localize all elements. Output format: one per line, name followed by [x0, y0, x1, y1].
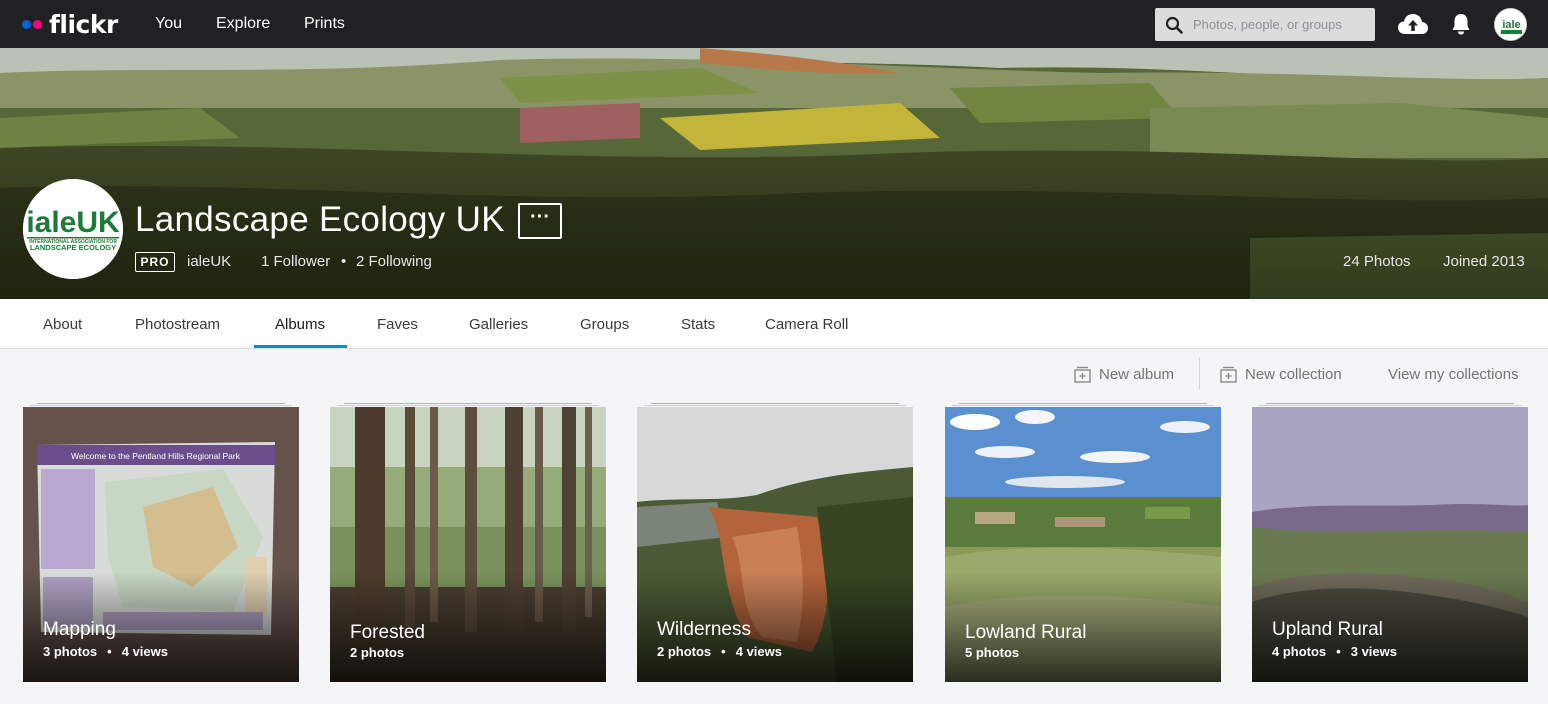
action-divider	[1199, 358, 1200, 390]
album-stack-edge	[37, 403, 285, 404]
album-photo-count: 5 photos	[965, 645, 1020, 660]
album-card-upland-rural[interactable]: Upland Rural 4 photos • 3 views	[1252, 407, 1528, 682]
album-card-forested[interactable]: Forested 2 photos	[330, 407, 606, 682]
album-stack-edge	[959, 403, 1207, 404]
album-title: Mapping	[43, 619, 116, 640]
album-stack-edge	[1266, 403, 1514, 404]
add-album-icon	[1074, 366, 1091, 383]
album-stack-edge	[337, 405, 599, 406]
search-icon[interactable]	[1165, 16, 1183, 34]
album-photo-count: 2 photos	[657, 644, 712, 659]
album-stack-edge	[644, 405, 906, 406]
search-input[interactable]	[1193, 8, 1368, 41]
album-stack-edge	[1259, 405, 1521, 406]
nav-link-prints[interactable]: Prints	[304, 15, 345, 33]
album-view-count: 3 views	[1350, 644, 1397, 659]
active-tab-indicator	[254, 345, 347, 348]
album-stack-edge	[651, 403, 899, 404]
album-photo-count: 4 photos	[1272, 644, 1327, 659]
tab-about[interactable]: About	[43, 316, 82, 333]
tab-photostream[interactable]: Photostream	[135, 316, 220, 333]
view-collections-link[interactable]: View my collections	[1388, 366, 1519, 383]
album-meta: 2 photos	[350, 645, 404, 660]
meta-separator: •	[1336, 644, 1341, 659]
album-title: Forested	[350, 622, 425, 643]
joined-date: Joined 2013	[1443, 253, 1525, 270]
album-view-count: 4 views	[121, 644, 168, 659]
ialeuk-logo-small-icon: iale	[1495, 9, 1526, 40]
album-stack-edge	[344, 403, 592, 404]
album-stack-edge	[952, 405, 1214, 406]
profile-avatar[interactable]: ialeUK INTERNATIONAL ASSOCIATION FOR LAN…	[23, 179, 123, 279]
cover-photo: ialeUK INTERNATIONAL ASSOCIATION FOR LAN…	[0, 48, 1548, 299]
ialeuk-logo-icon: ialeUK INTERNATIONAL ASSOCIATION FOR LAN…	[23, 179, 123, 279]
flickr-logo[interactable]: flickr	[22, 9, 118, 39]
tab-stats[interactable]: Stats	[681, 316, 715, 333]
album-photo-count: 2 photos	[350, 645, 405, 660]
following-link[interactable]: 2 Following	[356, 253, 432, 270]
album-photo-count: 3 photos	[43, 644, 98, 659]
new-album-label: New album	[1099, 366, 1175, 383]
album-title: Upland Rural	[1272, 619, 1383, 640]
album-meta: 3 photos • 4 views	[43, 644, 168, 659]
svg-text:LANDSCAPE ECOLOGY: LANDSCAPE ECOLOGY	[30, 243, 116, 252]
meta-separator: •	[721, 644, 726, 659]
profile-username: ialeUK	[187, 253, 232, 270]
dot-separator: •	[341, 253, 347, 270]
album-title: Wilderness	[657, 619, 751, 640]
album-card-wilderness[interactable]: Wilderness 2 photos • 4 views	[637, 407, 913, 682]
top-navigation-bar: flickr You Explore Prints iale	[0, 0, 1548, 48]
album-meta: 5 photos	[965, 645, 1019, 660]
pro-badge: PRO	[135, 252, 175, 272]
album-title: Lowland Rural	[965, 622, 1087, 643]
photo-count: 24 Photos	[1343, 253, 1411, 270]
nav-link-explore[interactable]: Explore	[216, 15, 270, 33]
svg-text:ialeUK: ialeUK	[26, 206, 120, 239]
album-meta: 2 photos • 4 views	[657, 644, 782, 659]
meta-separator: •	[107, 644, 112, 659]
add-collection-icon	[1220, 366, 1237, 383]
notification-bell-icon[interactable]	[1451, 12, 1471, 36]
svg-text:Welcome to the Pentland Hills: Welcome to the Pentland Hills Regional P…	[71, 451, 241, 461]
album-card-lowland-rural[interactable]: Lowland Rural 5 photos	[945, 407, 1221, 682]
tab-camera-roll[interactable]: Camera Roll	[765, 316, 848, 333]
user-avatar[interactable]: iale	[1494, 8, 1527, 41]
more-options-button[interactable]: ···	[518, 203, 562, 239]
view-collections-label: View my collections	[1388, 366, 1519, 383]
album-view-count: 4 views	[735, 644, 782, 659]
upload-cloud-icon[interactable]	[1397, 12, 1429, 36]
nav-link-you[interactable]: You	[155, 15, 182, 33]
svg-text:iale: iale	[1502, 19, 1520, 31]
tab-faves[interactable]: Faves	[377, 316, 418, 333]
search-box	[1155, 8, 1375, 41]
followers-link[interactable]: 1 Follower	[261, 253, 330, 270]
album-meta: 4 photos • 3 views	[1272, 644, 1397, 659]
logo-blue-dot	[22, 19, 31, 29]
logo-pink-dot	[33, 19, 42, 29]
new-album-button[interactable]: New album	[1074, 366, 1174, 383]
album-stack-edge	[30, 405, 292, 406]
cover-gradient-overlay	[0, 48, 1548, 299]
tab-groups[interactable]: Groups	[580, 316, 629, 333]
logo-text: flickr	[49, 9, 118, 39]
new-collection-label: New collection	[1245, 366, 1342, 383]
new-collection-button[interactable]: New collection	[1220, 366, 1342, 383]
tab-albums[interactable]: Albums	[275, 316, 325, 333]
tab-galleries[interactable]: Galleries	[469, 316, 528, 333]
album-card-mapping[interactable]: Welcome to the Pentland Hills Regional P…	[23, 407, 299, 682]
profile-tabs: About Photostream Albums Faves Galleries…	[0, 299, 1548, 349]
profile-name: Landscape Ecology UK	[135, 200, 505, 239]
